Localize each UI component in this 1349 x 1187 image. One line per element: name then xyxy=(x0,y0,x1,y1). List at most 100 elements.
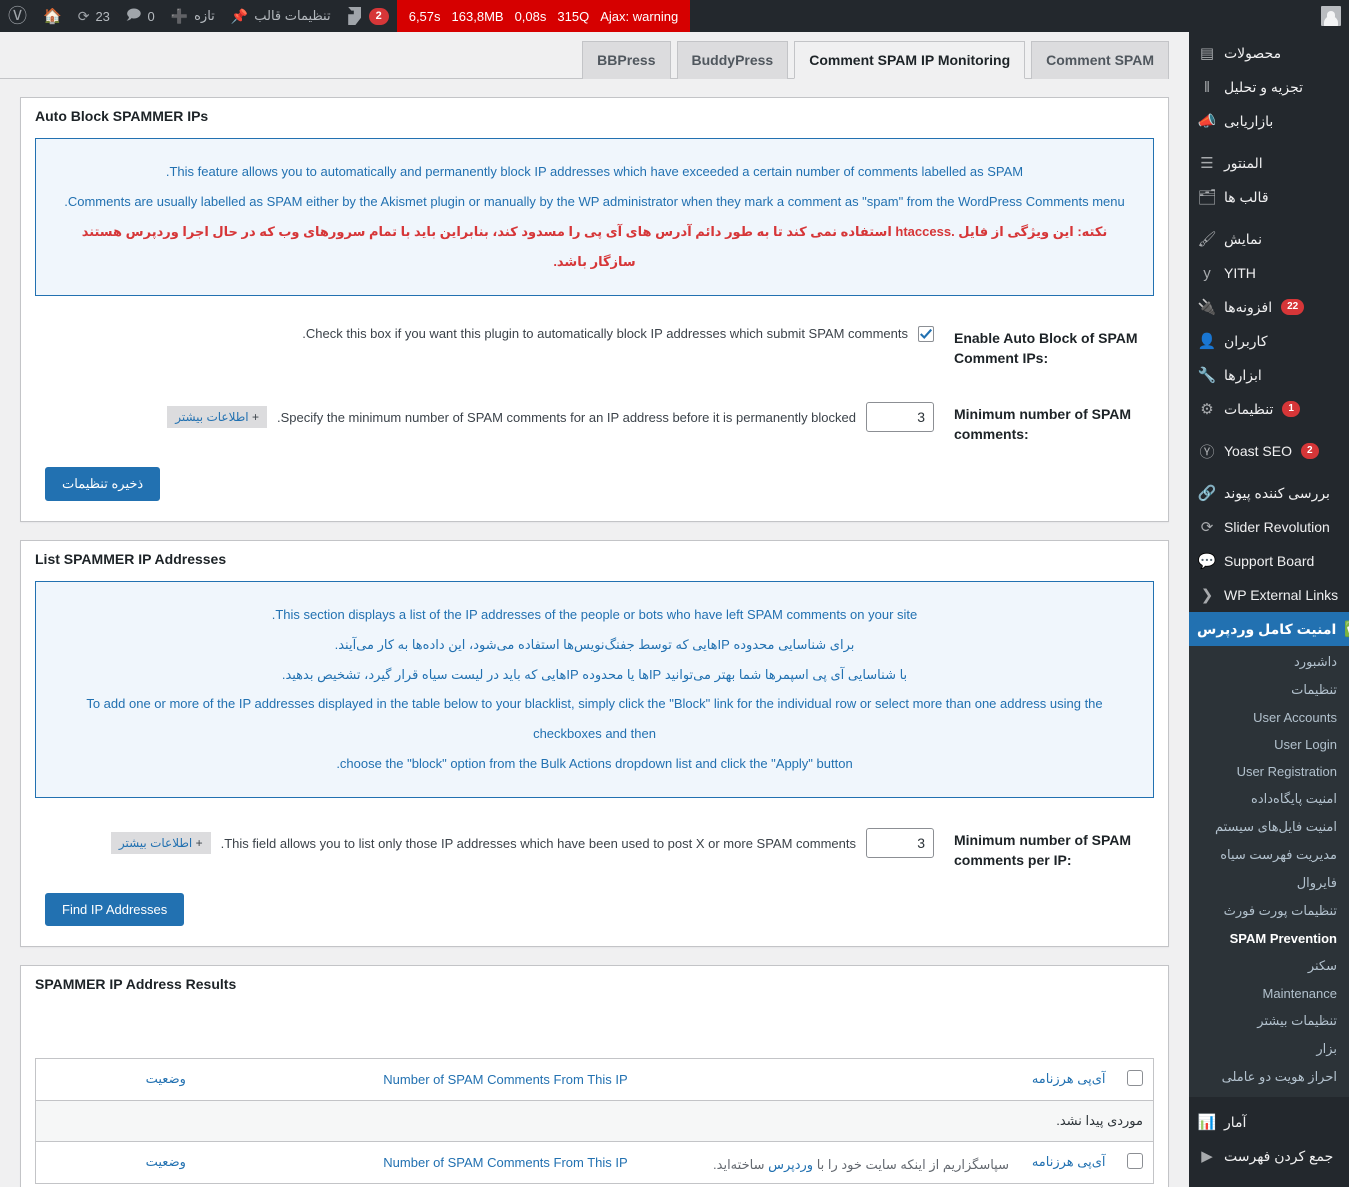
adminbar-theme-settings-label: تنظیمات قالب xyxy=(254,8,331,23)
adminbar-wp-logo[interactable]: Ⓥ xyxy=(0,0,35,32)
sidebar-item-label: بازاریابی xyxy=(1224,112,1274,129)
sidebar-submenu-item-0[interactable]: داشبورد xyxy=(1189,648,1349,676)
sidebar-item-label: Slider Revolution xyxy=(1224,519,1330,535)
adminbar-avatar[interactable] xyxy=(1313,0,1349,32)
sidebar-submenu-item-10[interactable]: SPAM Prevention xyxy=(1189,925,1349,952)
sidebar-item-10[interactable]: 1 تنظیمات ⚙ xyxy=(1189,392,1349,426)
cell-enable-auto-block: .Check this box if you want this plugin … xyxy=(35,310,944,387)
auto-block-info-line-1: .This feature allows you to automaticall… xyxy=(165,164,1024,179)
footer-thanks-prefix: سپاسگزاریم از اینکه سایت خود را با xyxy=(813,1157,1009,1172)
sidebar-submenu-item-13[interactable]: تنظیمات بیشتر xyxy=(1189,1007,1349,1035)
sidebar-submenu-item-6[interactable]: امنیت فایل‌های سیستم xyxy=(1189,813,1349,841)
sidebar-item-2[interactable]: بازاریابی 📣 xyxy=(1189,104,1349,138)
results-table-head: آی‌پی هرزنامه Number of SPAM Comments Fr… xyxy=(35,1058,1154,1101)
list-ips-info-line-5: .choose the "block" option from the Bulk… xyxy=(336,756,853,772)
slider-revolution-icon: ⟳ xyxy=(1200,519,1214,536)
adminbar-comments[interactable]: 0 🗩 xyxy=(118,0,163,32)
sidebar-item-9[interactable]: ابزارها 🔧 xyxy=(1189,358,1349,392)
sidebar-bottom-item-label: آمار xyxy=(1224,1113,1247,1130)
sidebar-item-11[interactable]: 2 Yoast SEO Ⓨ xyxy=(1189,434,1349,468)
sidebar-item-badge: 1 xyxy=(1282,401,1300,417)
tab-comment-spam[interactable]: Comment SPAM xyxy=(1031,41,1169,79)
appearance-brush-icon: 🖌 xyxy=(1197,231,1217,248)
yith-icon: у xyxy=(1203,264,1211,282)
sidebar-submenu-item-4[interactable]: User Registration xyxy=(1189,758,1349,785)
debug-time: 6,57s xyxy=(408,8,441,24)
plus-icon: ➕ xyxy=(170,7,189,24)
adminbar-new-content[interactable]: تازه ➕ xyxy=(163,0,223,32)
min-spam-comments-desc: .Specify the minimum number of SPAM comm… xyxy=(277,409,856,425)
sidebar-submenu-item-1[interactable]: تنظیمات xyxy=(1189,676,1349,704)
debug-queries: 315Q xyxy=(557,8,590,24)
sidebar-submenu-item-14[interactable]: بزار xyxy=(1189,1035,1349,1063)
sidebar-submenu-item-5[interactable]: امنیت پایگاه‌داده xyxy=(1189,785,1349,813)
sidebar-item-label: ابزارها xyxy=(1224,366,1262,383)
sidebar-submenu-item-15[interactable]: احراز هویت دو عاملی xyxy=(1189,1063,1349,1091)
sidebar-item-6[interactable]: YITH у xyxy=(1189,256,1349,290)
sidebar-separator xyxy=(1189,426,1349,434)
templates-icon: 🗂 xyxy=(1197,189,1217,206)
select-all-checkbox[interactable] xyxy=(1127,1069,1143,1086)
sidebar-item-label: افزونه‌ها xyxy=(1224,298,1273,315)
min-spam-comments-input[interactable] xyxy=(866,402,934,433)
more-info-toggle-list-ips[interactable]: + اطلاعات بیشتر xyxy=(110,832,211,855)
adminbar-updates-count: 23 xyxy=(95,8,110,24)
list-ips-info-line-2: برای شناسایی محدوده IPهایی که توسط جفنگ‌… xyxy=(334,636,855,652)
sidebar-item-15[interactable]: WP External Links ❮ xyxy=(1189,578,1349,612)
yoast-icon xyxy=(348,7,361,25)
adminbar-site-home[interactable]: 🏠 xyxy=(35,0,70,32)
elementor-icon: ☰ xyxy=(1200,155,1214,172)
sidebar-item-4[interactable]: قالب ها 🗂 xyxy=(1189,180,1349,214)
sidebar-item-12[interactable]: بررسی کننده پیوند 🔗 xyxy=(1189,476,1349,510)
find-ip-addresses-button[interactable]: Find IP Addresses xyxy=(45,892,185,926)
adminbar-theme-settings[interactable]: تنظیمات قالب 📌 xyxy=(223,0,339,32)
sidebar-item-14[interactable]: Support Board 💬 xyxy=(1189,544,1349,578)
save-settings-button[interactable]: ذخیره تنظیمات xyxy=(45,466,161,501)
sidebar-separator xyxy=(1189,1097,1349,1105)
sidebar-submenu-item-3[interactable]: User Login xyxy=(1189,731,1349,758)
wordpress-logo-icon: Ⓥ xyxy=(8,5,28,27)
sidebar-item-13[interactable]: Slider Revolution ⟳ xyxy=(1189,510,1349,544)
sidebar-item-wp-security-current[interactable]: ✅ امنیت کامل وردپرس xyxy=(1189,612,1349,646)
footer-wordpress-link[interactable]: وردپرس xyxy=(768,1157,813,1172)
sidebar-item-label: Yoast SEO xyxy=(1224,443,1292,459)
tab-bbpress[interactable]: BBPress xyxy=(582,41,671,79)
sidebar-item-label: المنتور xyxy=(1224,154,1263,171)
enable-auto-block-checkbox[interactable] xyxy=(918,325,934,342)
shield-check-icon: ✅ xyxy=(1343,619,1349,639)
tab-comment-spam-ip-monitoring[interactable]: Comment SPAM IP Monitoring xyxy=(794,41,1026,79)
header-spam-ip[interactable]: آی‌پی هرزنامه xyxy=(715,1058,1116,1101)
sidebar-submenu-item-11[interactable]: سکنر xyxy=(1189,952,1349,980)
sidebar-submenu-item-8[interactable]: فایروال xyxy=(1189,869,1349,897)
sidebar-item-8[interactable]: کاربران 👤 xyxy=(1189,324,1349,358)
min-spam-per-ip-input[interactable] xyxy=(866,828,934,859)
chart-bar-icon: ‖ xyxy=(1203,78,1211,96)
adminbar-yoast[interactable]: 2 xyxy=(339,0,397,32)
tab-buddypress[interactable]: BuddyPress xyxy=(676,41,789,79)
adminbar-updates[interactable]: 23 ⟳ xyxy=(70,0,118,32)
yoast-notification-count: 2 xyxy=(368,7,389,25)
sidebar-item-3[interactable]: المنتور ☰ xyxy=(1189,146,1349,180)
select-all-checkbox-footer[interactable] xyxy=(1127,1152,1143,1169)
sidebar-submenu-item-12[interactable]: Maintenance xyxy=(1189,980,1349,1007)
adminbar-comments-count: 0 xyxy=(147,8,155,24)
auto-block-form-table: Enable Auto Block of SPAM Comment IPs: .… xyxy=(35,310,1154,463)
sidebar-submenu-item-9[interactable]: تنظیمات پورت فورث xyxy=(1189,897,1349,925)
sidebar-submenu-item-7[interactable]: مدیریت فهرست سیاه xyxy=(1189,841,1349,869)
sidebar-bottom-item-1[interactable]: جمع کردن فهرست ▶ xyxy=(1189,1139,1349,1173)
tab-bar: Comment SPAM Comment SPAM IP Monitoring Bu… xyxy=(0,32,1169,79)
external-links-icon: ❮ xyxy=(1200,587,1214,604)
row-enable-auto-block: Enable Auto Block of SPAM Comment IPs: .… xyxy=(35,310,1154,387)
sidebar-item-0[interactable]: محصولات ▤ xyxy=(1189,36,1349,70)
sidebar-item-5[interactable]: نمایش 🖌 xyxy=(1189,222,1349,256)
sidebar-item-7[interactable]: 22 افزونه‌ها 🔌 xyxy=(1189,290,1349,324)
sidebar-bottom-item-0[interactable]: آمار 📊 xyxy=(1189,1105,1349,1139)
sidebar-submenu-item-2[interactable]: User Accounts xyxy=(1189,704,1349,731)
debug-bar[interactable]: 6,57s 163,8MB 0,08s 315Q Ajax: warning xyxy=(396,0,691,32)
sidebar-item-label: محصولات xyxy=(1224,44,1282,61)
sidebar-item-1[interactable]: تجزیه و تحلیل ‖ xyxy=(1189,70,1349,104)
auto-block-info-box: .This feature allows you to automaticall… xyxy=(35,138,1154,296)
header-status[interactable]: وضعیت xyxy=(35,1058,296,1101)
header-spam-count[interactable]: Number of SPAM Comments From This IP xyxy=(295,1058,716,1101)
more-info-toggle-auto-block[interactable]: + اطلاعات بیشتر xyxy=(167,406,267,429)
